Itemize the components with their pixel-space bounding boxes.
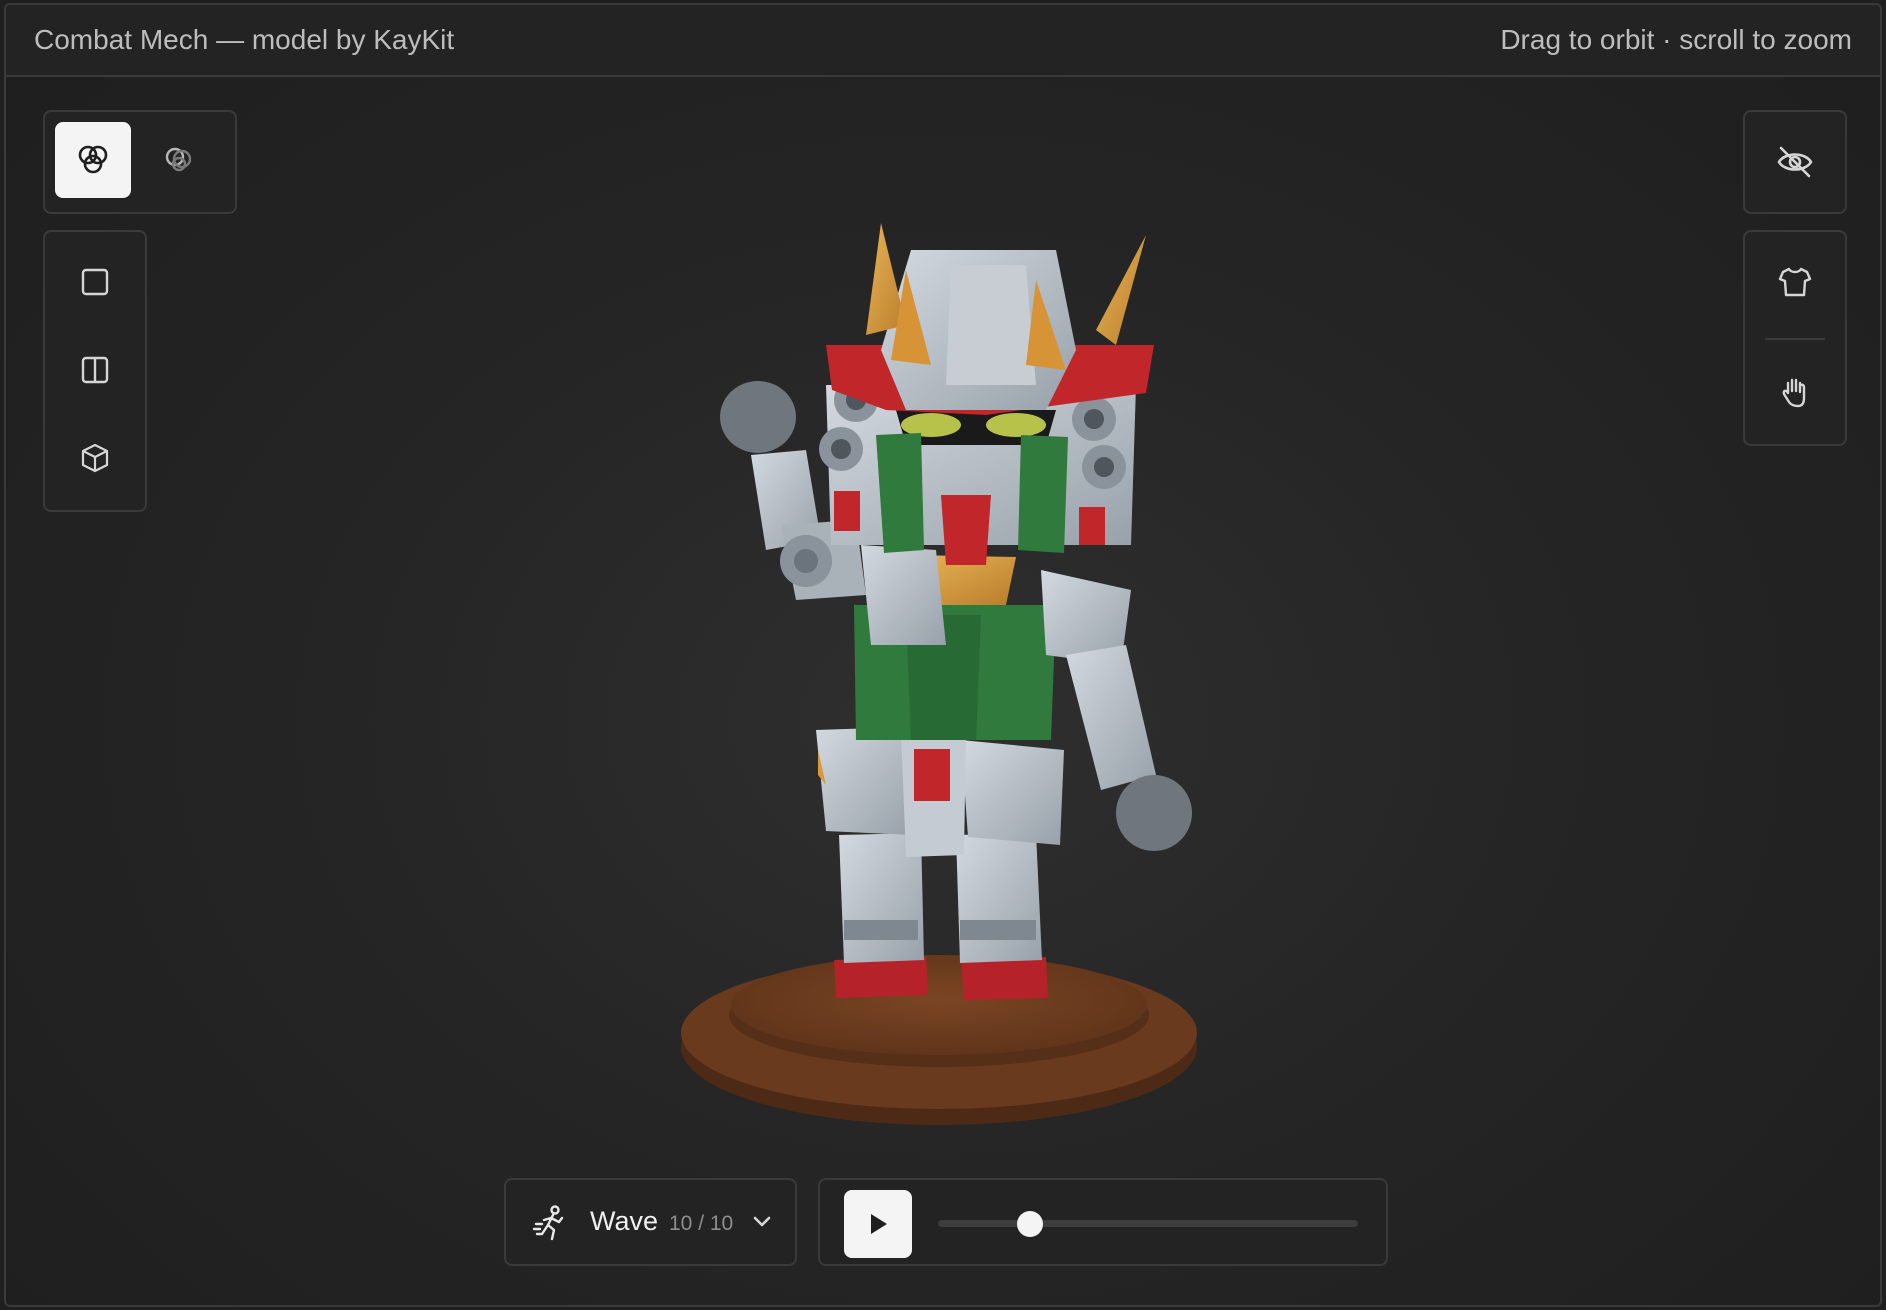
split-view-icon [81, 356, 109, 384]
material-overlap-button[interactable] [141, 122, 217, 198]
pan-button[interactable] [1755, 354, 1835, 430]
material-overlap-icon [165, 147, 192, 172]
material-toggle-panel [43, 110, 237, 214]
tool-divider [1765, 338, 1825, 340]
chevron-down-icon[interactable] [751, 1214, 773, 1230]
right-tools-panel [1743, 230, 1847, 446]
timeline-track[interactable] [938, 1220, 1358, 1227]
play-button[interactable] [844, 1190, 912, 1258]
cube-view-icon [81, 443, 109, 473]
timeline-thumb[interactable] [1017, 1211, 1044, 1237]
split-view-button[interactable] [55, 332, 135, 408]
square-view-icon [81, 268, 109, 296]
running-figure-icon [532, 1205, 564, 1241]
shirt-icon [1778, 267, 1812, 297]
view-mode-panel [43, 230, 147, 512]
cube-view-button[interactable] [55, 420, 135, 496]
single-view-button[interactable] [55, 244, 135, 320]
material-channels-button[interactable] [55, 122, 131, 198]
playback-panel [818, 1178, 1388, 1266]
viewer-frame: Combat Mech — model by KayKit Drag to or… [4, 3, 1882, 1307]
hand-icon [1782, 378, 1806, 408]
play-icon [871, 1214, 887, 1234]
animation-name: Wave [590, 1206, 659, 1236]
visibility-panel [1743, 110, 1847, 214]
mech-model [720, 223, 1192, 1000]
model-viewport[interactable] [6, 5, 1882, 1307]
animation-count: 10 / 10 [669, 1212, 734, 1235]
hide-ui-button[interactable] [1755, 122, 1835, 202]
pedestal [681, 955, 1197, 1125]
outfit-button[interactable] [1755, 244, 1835, 320]
material-channels-icon [78, 145, 108, 174]
animation-selector[interactable]: Wave 10 / 10 [504, 1178, 797, 1266]
eye-off-icon [1777, 146, 1813, 178]
